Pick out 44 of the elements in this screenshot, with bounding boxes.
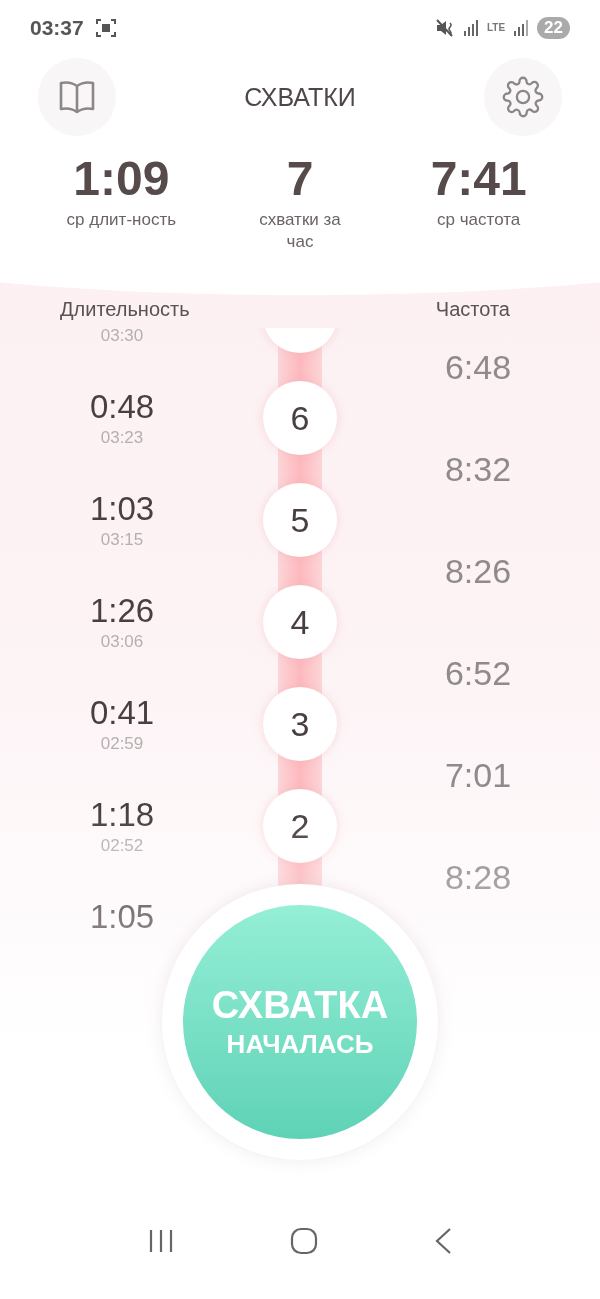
contraction-number[interactable]: 2 <box>263 789 337 863</box>
contraction-frequency: 8:28 <box>444 857 512 897</box>
screen-title: СХВАТКИ <box>244 82 356 112</box>
contraction-number[interactable]: 6 <box>263 381 337 455</box>
screenshot-icon <box>95 18 116 37</box>
stat-value: 7 <box>286 151 314 207</box>
contraction-time: 03:15 <box>100 530 144 550</box>
contraction-time: 03:30 <box>100 328 144 346</box>
contraction-frequency: 7:01 <box>444 755 512 795</box>
contraction-time: 02:59 <box>100 734 144 754</box>
contraction-frequency: 8:26 <box>444 551 512 591</box>
contraction-duration: 1:05 <box>89 898 155 936</box>
contraction-time: 02:52 <box>100 836 144 856</box>
stat-value: 1:09 <box>73 151 170 207</box>
stat-value: 7:41 <box>430 151 527 207</box>
contraction-frequency: 8:32 <box>444 449 512 489</box>
contraction-frequency: 6:52 <box>444 653 512 693</box>
contraction-duration: 1:18 <box>89 796 155 834</box>
contraction-duration: 1:26 <box>89 592 155 630</box>
recent-apps-icon[interactable] <box>148 1229 174 1253</box>
status-time: 03:37 <box>30 15 84 40</box>
stat-label: схватки за час <box>258 209 342 253</box>
contraction-duration: 0:41 <box>89 694 155 732</box>
book-icon <box>58 80 96 114</box>
network-label: LTE <box>486 22 506 33</box>
frequency-heading: Частота <box>435 298 510 322</box>
stat-label: ср длит-ность <box>66 209 177 231</box>
contraction-frequency: 6:48 <box>444 347 512 387</box>
signal-icon <box>513 19 530 36</box>
mute-icon <box>434 18 455 37</box>
battery-level: 22 <box>537 16 570 39</box>
contraction-number[interactable]: 3 <box>263 687 337 761</box>
contraction-duration: 0:48 <box>89 388 155 426</box>
settings-icon <box>502 76 544 118</box>
stat-label: ср частота <box>437 209 521 231</box>
contraction-time: 03:06 <box>100 632 144 652</box>
back-icon[interactable] <box>434 1227 452 1255</box>
contraction-time: 03:23 <box>100 428 144 448</box>
signal-icon <box>462 19 479 36</box>
duration-heading: Длительность <box>60 298 190 322</box>
contraction-number[interactable]: 5 <box>263 483 337 557</box>
contraction-duration: 1:03 <box>89 490 155 528</box>
home-icon[interactable] <box>290 1227 318 1255</box>
contraction-number[interactable]: 4 <box>263 585 337 659</box>
